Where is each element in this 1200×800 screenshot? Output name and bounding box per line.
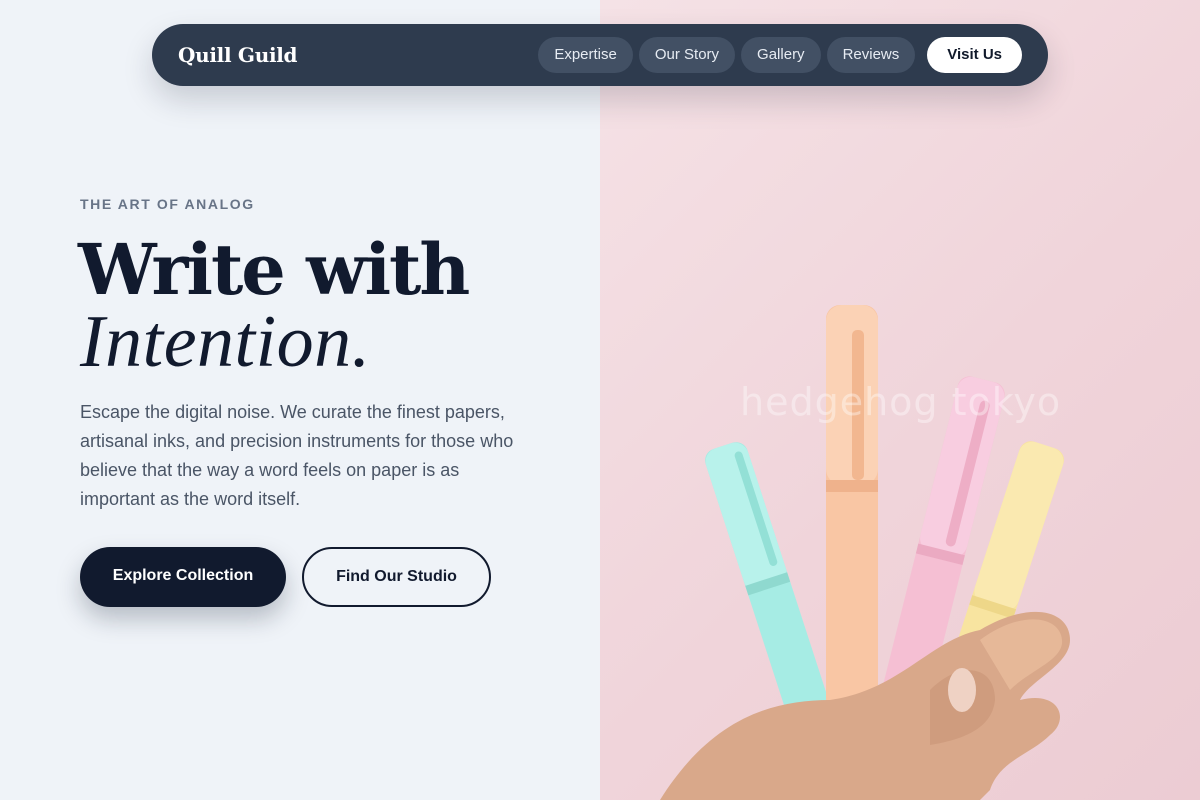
nav-link-reviews[interactable]: Reviews [826, 37, 916, 73]
nav-link-our-story[interactable]: Our Story [638, 37, 736, 73]
hero-description: Escape the digital noise. We curate the … [80, 402, 514, 509]
find-our-studio-button[interactable]: Find Our Studio [302, 547, 491, 607]
hero-eyebrow: THE ART OF ANALOG [80, 196, 255, 212]
explore-collection-button[interactable]: Explore Collection [80, 547, 286, 607]
visit-us-button[interactable]: Visit Us [927, 37, 1022, 73]
image-watermark: hedgehog tokyo [740, 380, 1062, 424]
nav-links: Expertise Our Story Gallery Reviews Visi… [538, 37, 1022, 73]
brand-logo[interactable]: Quill Guild [178, 43, 298, 67]
peach-marker [826, 305, 878, 735]
nav-link-gallery[interactable]: Gallery [741, 37, 821, 73]
hero-photo: hedgehog tokyo [600, 0, 1200, 800]
nav-link-expertise[interactable]: Expertise [538, 37, 633, 73]
top-navigation: Quill Guild Expertise Our Story Gallery … [152, 24, 1048, 86]
hero-headline-line2: Intention. [80, 301, 371, 383]
hero-headline-line1: Write with [78, 228, 470, 311]
